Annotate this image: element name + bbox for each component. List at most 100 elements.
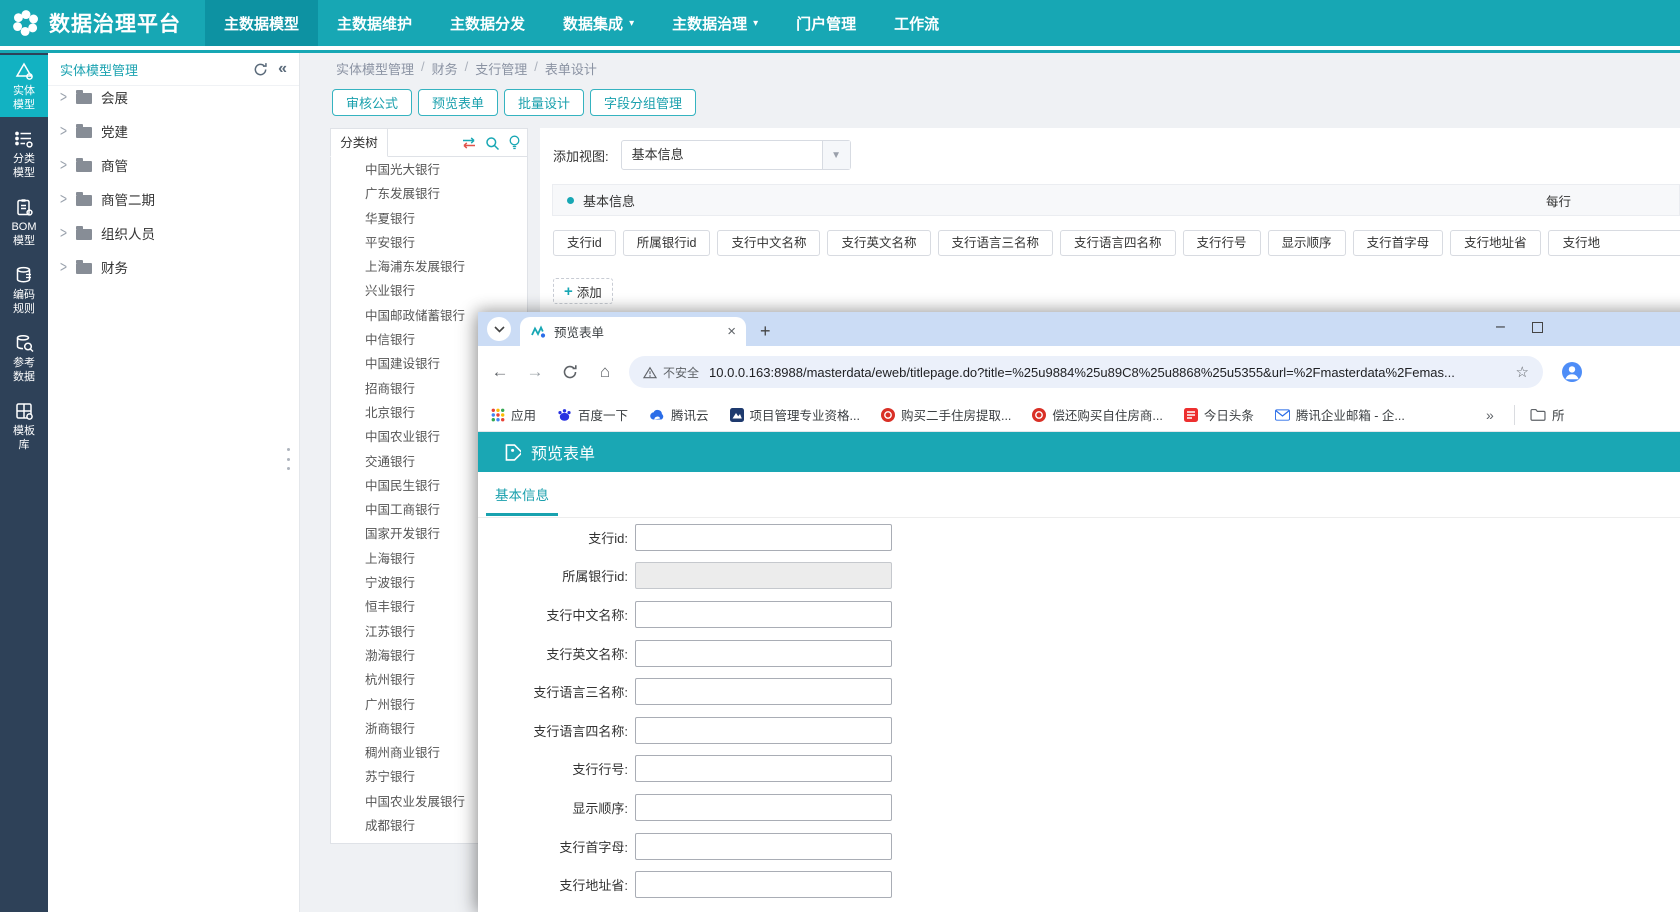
branch-lang3-name-input[interactable] bbox=[635, 678, 892, 705]
app-logo: 数据治理平台 bbox=[0, 0, 205, 46]
expand-chevron-icon[interactable]: > bbox=[60, 224, 67, 242]
field-chip[interactable]: 支行行号 bbox=[1183, 230, 1261, 256]
branch-en-name-input[interactable] bbox=[635, 640, 892, 667]
add-field-button[interactable]: + 添加 bbox=[553, 278, 613, 304]
new-tab-button[interactable]: + bbox=[760, 322, 771, 340]
breadcrumb-item[interactable]: 表单设计 bbox=[545, 59, 597, 78]
bank-item[interactable]: 华夏银行 bbox=[331, 207, 527, 231]
field-label: 支行中文名称: bbox=[478, 605, 628, 624]
bank-item[interactable]: 兴业银行 bbox=[331, 279, 527, 303]
expand-chevron-icon[interactable]: > bbox=[60, 190, 67, 208]
field-chip[interactable]: 支行id bbox=[553, 230, 616, 256]
branch-initial-input[interactable] bbox=[635, 833, 892, 860]
entity-tree-title: 实体模型管理 bbox=[60, 60, 253, 79]
field-chip[interactable]: 支行地址省 bbox=[1450, 230, 1541, 256]
add-view-select[interactable]: 基本信息 ▼ bbox=[621, 140, 851, 170]
bookmark-tencent-cloud[interactable]: 腾讯云 bbox=[649, 405, 709, 424]
bank-item[interactable]: 平安银行 bbox=[331, 231, 527, 255]
classification-tree-header: 分类树 bbox=[331, 129, 527, 157]
nav-master-data-model[interactable]: 主数据模型 bbox=[205, 0, 318, 46]
sidebar-item-category-model[interactable]: 分类 模型 bbox=[0, 123, 48, 185]
panel-resize-handle[interactable] bbox=[287, 448, 293, 470]
tree-item-finance[interactable]: >财务 bbox=[48, 250, 299, 284]
sidebar-item-reference-data[interactable]: 参考 数据 bbox=[0, 327, 48, 389]
bookmark-housing-fund-repay[interactable]: 偿还购买自住房商... bbox=[1032, 405, 1162, 424]
sidebar-item-bom-model[interactable]: BOM 模型 bbox=[0, 191, 48, 253]
branch-cn-name-input[interactable] bbox=[635, 601, 892, 628]
tab-close-icon[interactable]: × bbox=[727, 323, 736, 340]
bookmark-baidu[interactable]: 百度一下 bbox=[557, 405, 628, 424]
bookmark-star-icon[interactable]: ☆ bbox=[1516, 363, 1529, 381]
field-chip[interactable]: 所属银行id bbox=[623, 230, 711, 256]
select-dropdown-arrow-icon[interactable]: ▼ bbox=[822, 141, 850, 169]
tree-item-commercial-phase2[interactable]: >商管二期 bbox=[48, 182, 299, 216]
bank-item[interactable]: 广东发展银行 bbox=[331, 182, 527, 206]
sidebar-item-coding-rules[interactable]: 编码 规则 bbox=[0, 259, 48, 321]
back-icon[interactable]: ← bbox=[490, 362, 510, 382]
browser-popup-window: 预览表单 × + – ← → ⌂ 不安全 10.0.0.163:8988/mas… bbox=[478, 312, 1680, 912]
toutiao-icon bbox=[1184, 408, 1198, 422]
field-group-manage-button[interactable]: 字段分组管理 bbox=[590, 89, 696, 116]
nav-workflow[interactable]: 工作流 bbox=[875, 0, 958, 46]
nav-data-integration[interactable]: 数据集成 bbox=[544, 0, 653, 46]
profile-avatar-icon[interactable] bbox=[1561, 361, 1583, 383]
field-chip[interactable]: 支行中文名称 bbox=[717, 230, 820, 256]
expand-chevron-icon[interactable]: > bbox=[60, 122, 67, 140]
sidebar-item-template-library[interactable]: 模板 库 bbox=[0, 395, 48, 457]
nav-portal-management[interactable]: 门户管理 bbox=[777, 0, 875, 46]
field-chip[interactable]: 支行地 bbox=[1548, 230, 1680, 256]
bookmark-apps[interactable]: 应用 bbox=[491, 405, 536, 424]
bank-item[interactable]: 上海浦东发展银行 bbox=[331, 255, 527, 279]
search-icon[interactable] bbox=[485, 136, 500, 151]
tree-item-commercial[interactable]: >商管 bbox=[48, 148, 299, 182]
branch-id-input[interactable] bbox=[635, 524, 892, 551]
browser-tab-preview-form[interactable]: 预览表单 × bbox=[520, 317, 746, 346]
audit-formula-button[interactable]: 审核公式 bbox=[332, 89, 412, 116]
tab-basic-info[interactable]: 基本信息 bbox=[486, 484, 558, 516]
expand-chevron-icon[interactable]: > bbox=[60, 88, 67, 106]
breadcrumb-item[interactable]: 支行管理 bbox=[475, 59, 527, 78]
home-icon[interactable]: ⌂ bbox=[595, 362, 615, 382]
branch-number-input[interactable] bbox=[635, 755, 892, 782]
bookmarks-folder[interactable]: 所 bbox=[1530, 405, 1565, 424]
forward-icon[interactable]: → bbox=[525, 362, 545, 382]
batch-design-button[interactable]: 批量设计 bbox=[504, 89, 584, 116]
sidebar-item-entity-model[interactable]: 实体 模型 bbox=[0, 55, 48, 117]
branch-lang4-name-input[interactable] bbox=[635, 717, 892, 744]
bookmark-housing-fund-buy[interactable]: 购买二手住房提取... bbox=[881, 405, 1011, 424]
nav-master-data-governance[interactable]: 主数据治理 bbox=[653, 0, 777, 46]
collapse-panel-icon[interactable]: « bbox=[278, 60, 287, 78]
bookmarks-overflow-chevron[interactable]: » bbox=[1486, 407, 1494, 423]
tree-item-exhibition[interactable]: >会展 bbox=[48, 80, 299, 114]
field-label: 支行地址省: bbox=[478, 875, 628, 894]
window-minimize-button[interactable]: – bbox=[1496, 318, 1505, 336]
swap-icon[interactable] bbox=[461, 136, 477, 150]
address-bar[interactable]: 不安全 10.0.0.163:8988/masterdata/eweb/titl… bbox=[629, 356, 1543, 388]
breadcrumb-item[interactable]: 实体模型管理 bbox=[336, 59, 414, 78]
tree-item-party-building[interactable]: >党建 bbox=[48, 114, 299, 148]
field-chip[interactable]: 支行英文名称 bbox=[827, 230, 930, 256]
bookmark-project-management[interactable]: 项目管理专业资格... bbox=[730, 405, 860, 424]
breadcrumb-item[interactable]: 财务 bbox=[432, 59, 458, 78]
nav-master-data-maintain[interactable]: 主数据维护 bbox=[318, 0, 431, 46]
expand-chevron-icon[interactable]: > bbox=[60, 156, 67, 174]
classification-tree-tab[interactable]: 分类树 bbox=[330, 128, 388, 157]
tab-search-chevron-icon[interactable] bbox=[487, 317, 511, 341]
lightbulb-icon[interactable] bbox=[508, 135, 521, 151]
display-order-input[interactable] bbox=[635, 794, 892, 821]
refresh-icon[interactable] bbox=[253, 62, 268, 77]
field-chip[interactable]: 支行语言四名称 bbox=[1060, 230, 1176, 256]
bookmark-toutiao[interactable]: 今日头条 bbox=[1184, 405, 1254, 424]
expand-chevron-icon[interactable]: > bbox=[60, 258, 67, 276]
preview-form-button[interactable]: 预览表单 bbox=[418, 89, 498, 116]
field-chip[interactable]: 支行首字母 bbox=[1353, 230, 1444, 256]
branch-province-input[interactable] bbox=[635, 871, 892, 898]
field-chip[interactable]: 支行语言三名称 bbox=[938, 230, 1054, 256]
nav-master-data-distribute[interactable]: 主数据分发 bbox=[431, 0, 544, 46]
field-chip[interactable]: 显示顺序 bbox=[1268, 230, 1346, 256]
window-maximize-button[interactable] bbox=[1532, 322, 1543, 333]
bank-item[interactable]: 中国光大银行 bbox=[331, 158, 527, 182]
tree-item-org-personnel[interactable]: >组织人员 bbox=[48, 216, 299, 250]
bookmark-tencent-exmail[interactable]: 腾讯企业邮箱 - 企... bbox=[1275, 405, 1405, 424]
reload-icon[interactable] bbox=[560, 362, 580, 382]
